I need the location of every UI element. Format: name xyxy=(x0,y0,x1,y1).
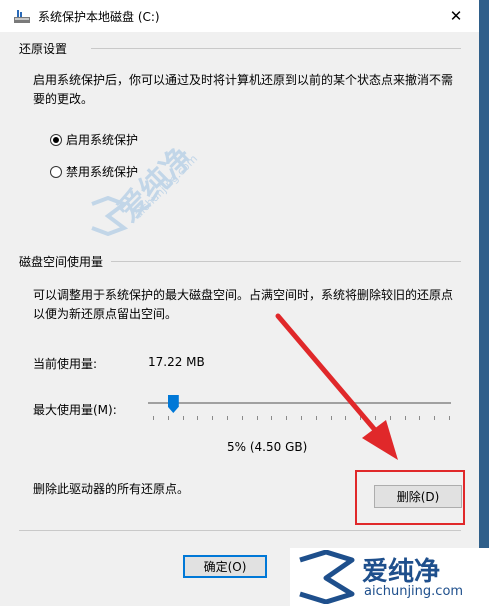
site-logo-icon xyxy=(299,550,355,604)
logo-url: aichunjing.com xyxy=(364,584,464,599)
red-arrow-annotation xyxy=(275,313,398,460)
logo-text: 爱纯净 xyxy=(362,557,441,587)
site-logo: 爱纯净 aichunjing.com xyxy=(290,548,489,606)
